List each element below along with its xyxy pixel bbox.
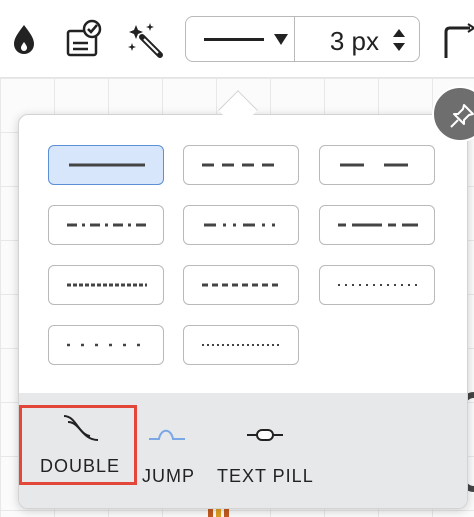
line-corner-icon[interactable] [440, 22, 474, 62]
fill-drop-icon[interactable] [4, 19, 44, 59]
line-style-dense-dot[interactable] [183, 325, 299, 365]
pin-icon [450, 104, 474, 128]
line-style-dropdown[interactable] [185, 16, 295, 62]
stepper-arrows-icon[interactable] [391, 26, 407, 54]
line-style-sparse-dot[interactable] [48, 325, 164, 365]
text-pill-label: TEXT PILL [217, 466, 314, 486]
text-pill-icon [247, 429, 283, 441]
line-style-popup: DOUBLE JUMP TEXT PILL [18, 114, 468, 509]
line-style-fine-dot[interactable] [319, 265, 435, 305]
format-toolbar: 3 px [0, 0, 474, 78]
line-style-dense-dash[interactable] [48, 265, 164, 305]
line-style-long-dash[interactable] [319, 145, 435, 185]
stroke-width-stepper[interactable]: 3 px [294, 16, 420, 62]
chevron-down-icon [274, 34, 288, 45]
line-style-preview [204, 38, 264, 41]
line-style-dash-dot-dot[interactable] [183, 205, 299, 245]
line-style-long-short-dash[interactable] [319, 205, 435, 245]
line-style-solid[interactable] [48, 145, 164, 185]
stroke-width-value[interactable]: 3 px [330, 26, 379, 57]
style-stamp-icon[interactable] [64, 19, 104, 59]
line-jump-options: DOUBLE JUMP TEXT PILL [19, 393, 467, 508]
canvas-connector-fragment [208, 508, 229, 517]
line-style-dashed[interactable] [183, 145, 299, 185]
line-style-dash-dot[interactable] [48, 205, 164, 245]
line-style-small-dash[interactable] [183, 265, 299, 305]
line-jump-text-pill-option[interactable]: TEXT PILL [19, 393, 339, 508]
magic-wand-icon[interactable] [126, 19, 166, 59]
